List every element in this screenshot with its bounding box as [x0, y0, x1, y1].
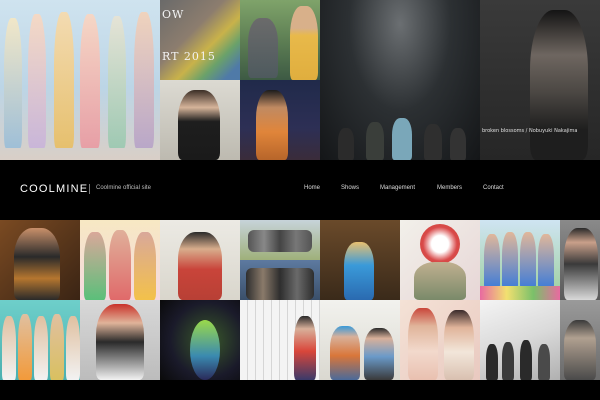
- brand-divider: [89, 184, 90, 194]
- figure: [109, 230, 131, 300]
- figure: [80, 14, 100, 148]
- artist-tile-red-shirt[interactable]: [160, 220, 240, 300]
- figure: [364, 328, 394, 380]
- figure: [486, 344, 498, 380]
- photo-tile-poster-2015[interactable]: OW RT 2015: [160, 0, 240, 80]
- figure: [392, 118, 412, 160]
- site-header: COOLMINE Coolmine official site Home Sho…: [0, 160, 600, 220]
- artist-tile-neon-light[interactable]: [160, 300, 240, 380]
- figure: [290, 6, 318, 80]
- figure: [530, 10, 588, 160]
- photo-caption: broken blossoms / Nobuyuki Nakajima: [482, 128, 578, 134]
- artist-tile-flower-girls[interactable]: [480, 220, 560, 300]
- figure: [18, 314, 32, 380]
- figure: [2, 316, 16, 380]
- figure: [538, 344, 550, 380]
- figure: [414, 262, 466, 300]
- figure: [450, 128, 466, 160]
- figure: [366, 122, 384, 160]
- figure: [564, 228, 598, 300]
- figure: [564, 320, 596, 380]
- figure: [108, 16, 126, 148]
- figure: [520, 340, 532, 380]
- artist-tile-duo-casual[interactable]: [320, 300, 400, 380]
- photo-tile-suit-man[interactable]: [160, 80, 240, 160]
- artist-tile-turquoise-group[interactable]: [0, 300, 80, 380]
- figure: [444, 310, 474, 380]
- figure: [246, 268, 314, 300]
- figure: [408, 308, 438, 380]
- figure: [14, 228, 60, 300]
- artist-tile-trio[interactable]: [80, 220, 160, 300]
- figure: [84, 232, 106, 300]
- figure: [248, 230, 312, 252]
- figure: [96, 304, 144, 380]
- figure: [484, 234, 500, 290]
- figure: [294, 316, 316, 380]
- figure: [34, 316, 48, 380]
- poster-text-line-2: RT 2015: [162, 50, 216, 63]
- figure: [54, 12, 74, 148]
- artist-tile-pastel-duo[interactable]: [400, 300, 480, 380]
- photo-tile-group-pastel[interactable]: [0, 0, 160, 160]
- photo-tile-park[interactable]: [240, 0, 320, 80]
- artist-tile-group-street[interactable]: [240, 260, 320, 300]
- figure: [520, 232, 536, 290]
- nav-home[interactable]: Home: [304, 185, 320, 191]
- figure: [248, 18, 278, 78]
- artist-tile-red-hair[interactable]: [80, 300, 160, 380]
- site-logo[interactable]: COOLMINE: [20, 183, 88, 195]
- photo-tile-night-band[interactable]: [320, 0, 480, 160]
- figure: [134, 12, 154, 148]
- figure: [256, 90, 288, 160]
- nav-members[interactable]: Members: [437, 185, 462, 191]
- footer-strip: [0, 380, 600, 400]
- artist-tile-group-field[interactable]: [240, 220, 320, 260]
- nav-management[interactable]: Management: [380, 185, 415, 191]
- figure: [178, 232, 222, 300]
- artist-tile-gray-portrait[interactable]: [560, 300, 600, 380]
- flower-bed: [480, 286, 560, 300]
- figure: [538, 234, 554, 290]
- artist-tile-guitar-man[interactable]: [0, 220, 80, 300]
- photo-tile-guitarist[interactable]: [240, 80, 320, 160]
- poster-text-line-1: OW: [162, 8, 185, 21]
- figure: [134, 232, 156, 300]
- figure: [420, 224, 460, 264]
- figure: [66, 316, 80, 380]
- figure: [338, 128, 354, 160]
- nav-shows[interactable]: Shows: [341, 185, 359, 191]
- site-tagline: Coolmine official site: [96, 185, 151, 191]
- artist-tile-singer[interactable]: [560, 220, 600, 300]
- figure: [4, 18, 22, 148]
- figure: [190, 320, 220, 380]
- figure: [28, 14, 46, 148]
- nav-contact[interactable]: Contact: [483, 185, 504, 191]
- figure: [424, 124, 442, 160]
- figure: [178, 90, 220, 160]
- artist-tile-fox-mask[interactable]: [400, 220, 480, 300]
- figure: [344, 242, 374, 300]
- photo-tile-nakajima[interactable]: broken blossoms / Nobuyuki Nakajima: [480, 0, 600, 160]
- artist-tile-architecture-band[interactable]: [480, 300, 560, 380]
- artist-tile-white-fence[interactable]: [240, 300, 320, 380]
- figure: [502, 342, 514, 380]
- figure: [502, 232, 518, 290]
- figure: [50, 314, 64, 380]
- figure: [330, 326, 360, 380]
- artist-tile-stage-light[interactable]: [320, 220, 400, 300]
